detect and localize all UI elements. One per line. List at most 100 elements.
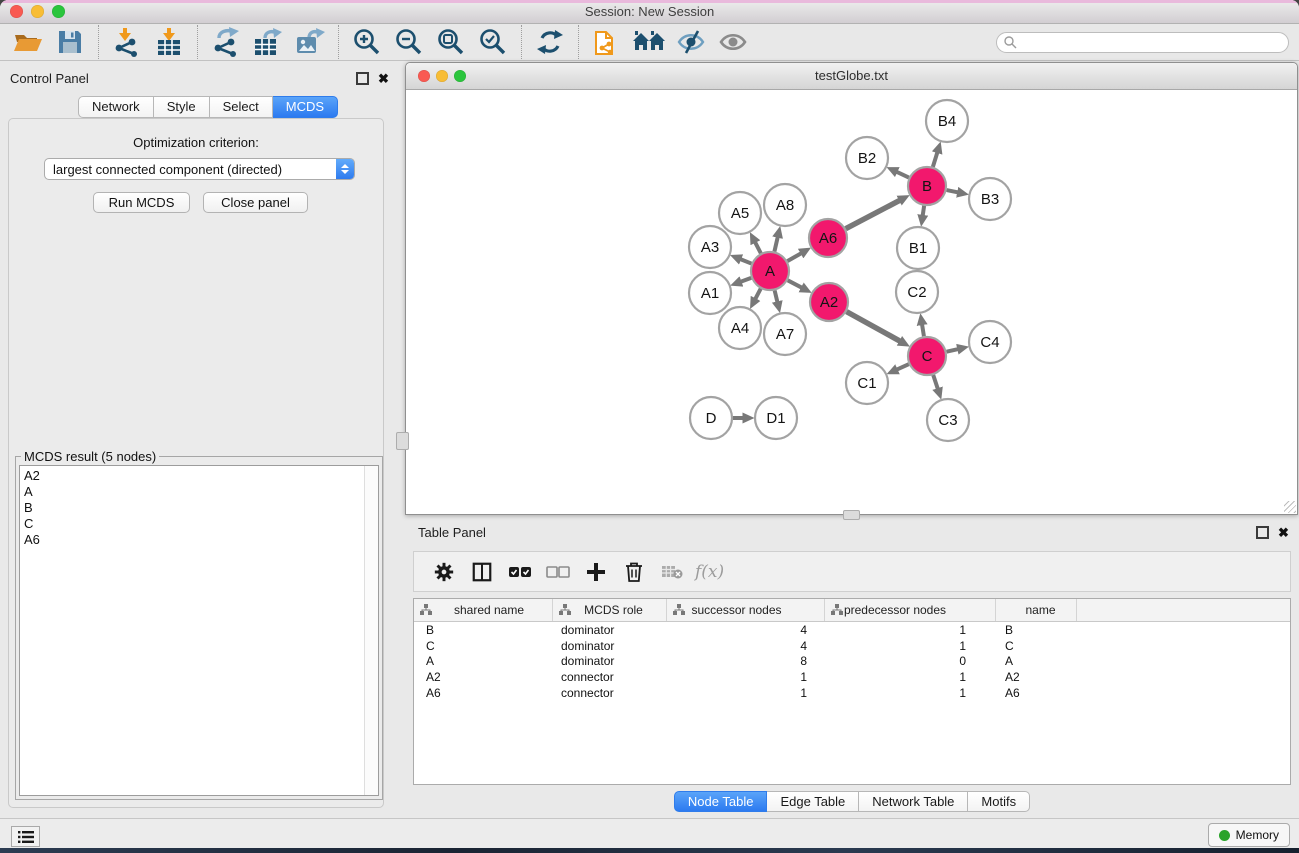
tab-network-table[interactable]: Network Table [859, 791, 968, 812]
maximize-window-button[interactable] [454, 70, 466, 82]
select-all-icon[interactable] [501, 557, 539, 587]
minimize-window-button[interactable] [436, 70, 448, 82]
splitter-handle[interactable] [843, 510, 860, 520]
table-cell[interactable]: dominator [553, 639, 667, 653]
table-row[interactable]: B dominator 4 1 B [414, 622, 1290, 638]
graph-edge[interactable] [787, 253, 801, 261]
gear-icon[interactable] [425, 557, 463, 587]
list-item[interactable]: A2 [24, 468, 378, 484]
maximize-window-button[interactable] [52, 5, 65, 18]
graph-edge[interactable] [897, 172, 909, 178]
save-session-icon[interactable] [49, 26, 91, 58]
graph-edge[interactable] [947, 349, 958, 352]
graph-edge[interactable] [922, 325, 924, 337]
close-icon[interactable]: ✖ [1278, 527, 1289, 538]
table-row[interactable]: A6 connector 1 1 A6 [414, 685, 1290, 701]
table-cell[interactable]: 1 [825, 670, 996, 684]
graph-edge[interactable] [933, 375, 937, 389]
table-cell[interactable]: A2 [414, 670, 553, 684]
zoom-out-icon[interactable] [388, 26, 430, 58]
clear-table-icon[interactable] [653, 557, 691, 587]
splitter-handle[interactable] [396, 432, 409, 450]
delete-column-icon[interactable] [615, 557, 653, 587]
split-view-icon[interactable] [463, 557, 501, 587]
scrollbar-track[interactable] [364, 466, 378, 795]
show-panel-eye-icon[interactable] [712, 26, 754, 58]
open-session-folder-icon[interactable] [7, 26, 49, 58]
column-header-name[interactable]: name [996, 599, 1077, 621]
table-row[interactable]: A dominator 8 0 A [414, 653, 1290, 669]
graph-edge[interactable] [741, 259, 752, 263]
add-column-icon[interactable] [577, 557, 615, 587]
table-row[interactable]: C dominator 4 1 C [414, 638, 1290, 654]
zoom-in-icon[interactable] [346, 26, 388, 58]
column-header-predecessor-nodes[interactable]: predecessor nodes [825, 599, 996, 621]
table-cell[interactable]: C [996, 639, 1077, 653]
refresh-icon[interactable] [529, 26, 571, 58]
resize-grip-icon[interactable] [1284, 501, 1296, 513]
import-network-icon[interactable] [106, 26, 148, 58]
close-panel-button[interactable]: Close panel [203, 192, 308, 213]
graph-edge[interactable] [847, 312, 900, 341]
table-row[interactable]: A2 connector 1 1 A2 [414, 669, 1290, 685]
table-cell[interactable]: connector [553, 686, 667, 700]
table-cell[interactable]: A6 [996, 686, 1077, 700]
run-mcds-button[interactable]: Run MCDS [93, 192, 190, 213]
table-cell[interactable]: 0 [825, 654, 996, 668]
network-window-titlebar[interactable]: testGlobe.txt [406, 63, 1297, 90]
graph-edge[interactable] [774, 237, 777, 251]
tab-motifs[interactable]: Motifs [968, 791, 1030, 812]
task-history-button[interactable] [11, 826, 40, 847]
column-header-shared-name[interactable]: shared name [414, 599, 553, 621]
tab-node-table[interactable]: Node Table [674, 791, 768, 812]
float-icon[interactable] [1256, 526, 1269, 539]
zoom-selected-icon[interactable] [472, 26, 514, 58]
graph-edge[interactable] [933, 153, 937, 167]
list-item[interactable]: C [24, 516, 378, 532]
function-icon[interactable]: f(x) [695, 562, 724, 582]
column-header-mcds-role[interactable]: MCDS role [553, 599, 667, 621]
search-input[interactable] [1017, 34, 1288, 50]
table-cell[interactable]: A6 [414, 686, 553, 700]
graph-edge[interactable] [897, 364, 909, 369]
search-field[interactable] [996, 32, 1289, 53]
table-cell[interactable]: 1 [825, 686, 996, 700]
minimize-window-button[interactable] [31, 5, 44, 18]
table-cell[interactable]: dominator [553, 623, 667, 637]
tab-style[interactable]: Style [154, 96, 210, 118]
export-image-icon[interactable] [289, 26, 331, 58]
graph-edge[interactable] [788, 280, 802, 287]
table-cell[interactable]: connector [553, 670, 667, 684]
table-cell[interactable]: 1 [825, 639, 996, 653]
close-window-button[interactable] [418, 70, 430, 82]
graph-edge[interactable] [846, 200, 900, 228]
close-icon[interactable]: ✖ [378, 73, 389, 84]
tab-network[interactable]: Network [78, 96, 154, 118]
memory-button[interactable]: Memory [1208, 823, 1290, 847]
table-cell[interactable]: A [996, 654, 1077, 668]
table-cell[interactable]: C [414, 639, 553, 653]
zoom-fit-icon[interactable] [430, 26, 472, 58]
column-header-successor-nodes[interactable]: successor nodes [667, 599, 825, 621]
optimization-criterion-select[interactable]: largest connected component (directed) [44, 158, 355, 180]
tab-mcds[interactable]: MCDS [273, 96, 338, 118]
list-item[interactable]: A6 [24, 532, 378, 548]
graph-edge[interactable] [755, 289, 760, 299]
table-cell[interactable]: B [414, 623, 553, 637]
export-table-icon[interactable] [247, 26, 289, 58]
graph-edge[interactable] [755, 242, 761, 253]
graph-edge[interactable] [923, 206, 924, 216]
close-window-button[interactable] [10, 5, 23, 18]
export-network-icon[interactable] [205, 26, 247, 58]
table-cell[interactable]: 8 [667, 654, 825, 668]
list-item[interactable]: B [24, 500, 378, 516]
graph-edge[interactable] [775, 290, 778, 301]
network-graph-canvas[interactable]: AA2A6BCA1A3A4A5A7A8B1B2B3B4C1C2C3C4DD1 [406, 89, 1297, 515]
table-cell[interactable]: 1 [667, 670, 825, 684]
table-cell[interactable]: 4 [667, 623, 825, 637]
network-from-file-icon[interactable] [586, 26, 628, 58]
table-cell[interactable]: A2 [996, 670, 1077, 684]
deselect-all-icon[interactable] [539, 557, 577, 587]
table-cell[interactable]: 4 [667, 639, 825, 653]
table-cell[interactable]: 1 [825, 623, 996, 637]
